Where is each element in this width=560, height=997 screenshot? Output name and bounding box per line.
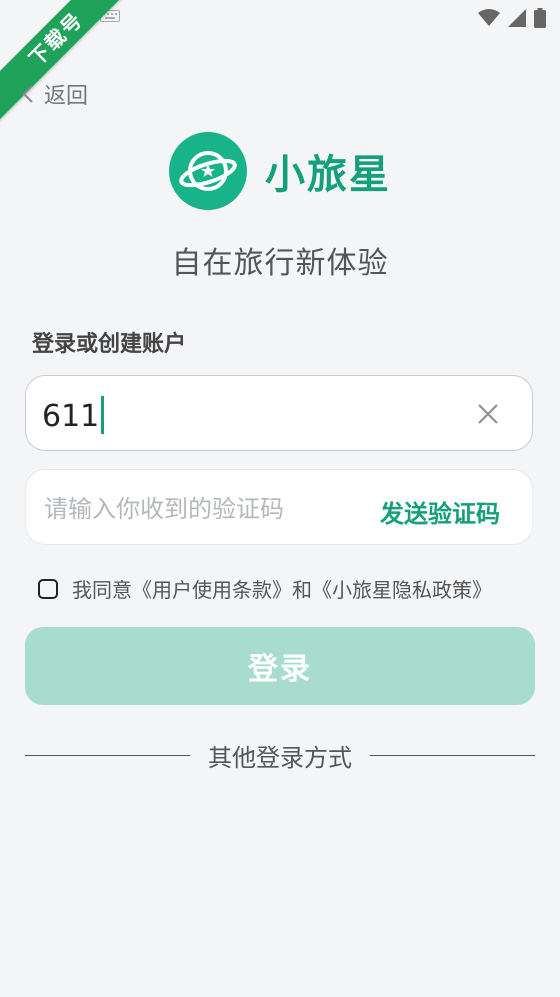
battery-icon bbox=[534, 8, 546, 28]
tagline: 自在旅行新体验 bbox=[171, 246, 389, 281]
verification-code-input[interactable] bbox=[42, 488, 366, 530]
back-button[interactable]: 返回 bbox=[22, 78, 88, 110]
divider-line-right bbox=[370, 754, 535, 757]
wifi-icon bbox=[478, 9, 500, 26]
other-login-divider: 其他登录方式 bbox=[25, 738, 535, 773]
agreement-text[interactable]: 我同意《用户使用条款》和《小旅星隐私政策》 bbox=[72, 574, 492, 603]
agreement-checkbox[interactable] bbox=[38, 578, 58, 599]
brand-header: 小旅星 bbox=[0, 132, 560, 210]
phone-value: 611 bbox=[42, 399, 100, 434]
back-label: 返回 bbox=[44, 84, 89, 109]
signal-icon bbox=[508, 9, 526, 27]
phone-field[interactable]: 611 bbox=[25, 375, 533, 451]
app-name: 小旅星 bbox=[265, 152, 391, 198]
divider-line-left bbox=[25, 754, 190, 757]
phone-input[interactable]: 611 bbox=[42, 396, 105, 434]
app-logo bbox=[169, 132, 247, 210]
clear-icon[interactable] bbox=[476, 402, 500, 426]
code-field[interactable]: 发送验证码 bbox=[25, 469, 533, 545]
agreement-row: 我同意《用户使用条款》和《小旅星隐私政策》 bbox=[38, 574, 492, 603]
section-label: 登录或创建账户 bbox=[32, 332, 187, 357]
send-code-button[interactable]: 发送验证码 bbox=[380, 494, 500, 529]
text-caret bbox=[101, 396, 105, 434]
other-login-label[interactable]: 其他登录方式 bbox=[190, 738, 370, 773]
chevron-left-icon bbox=[22, 85, 33, 103]
login-button[interactable]: 登录 bbox=[25, 627, 535, 705]
planet-star-icon bbox=[179, 151, 237, 191]
